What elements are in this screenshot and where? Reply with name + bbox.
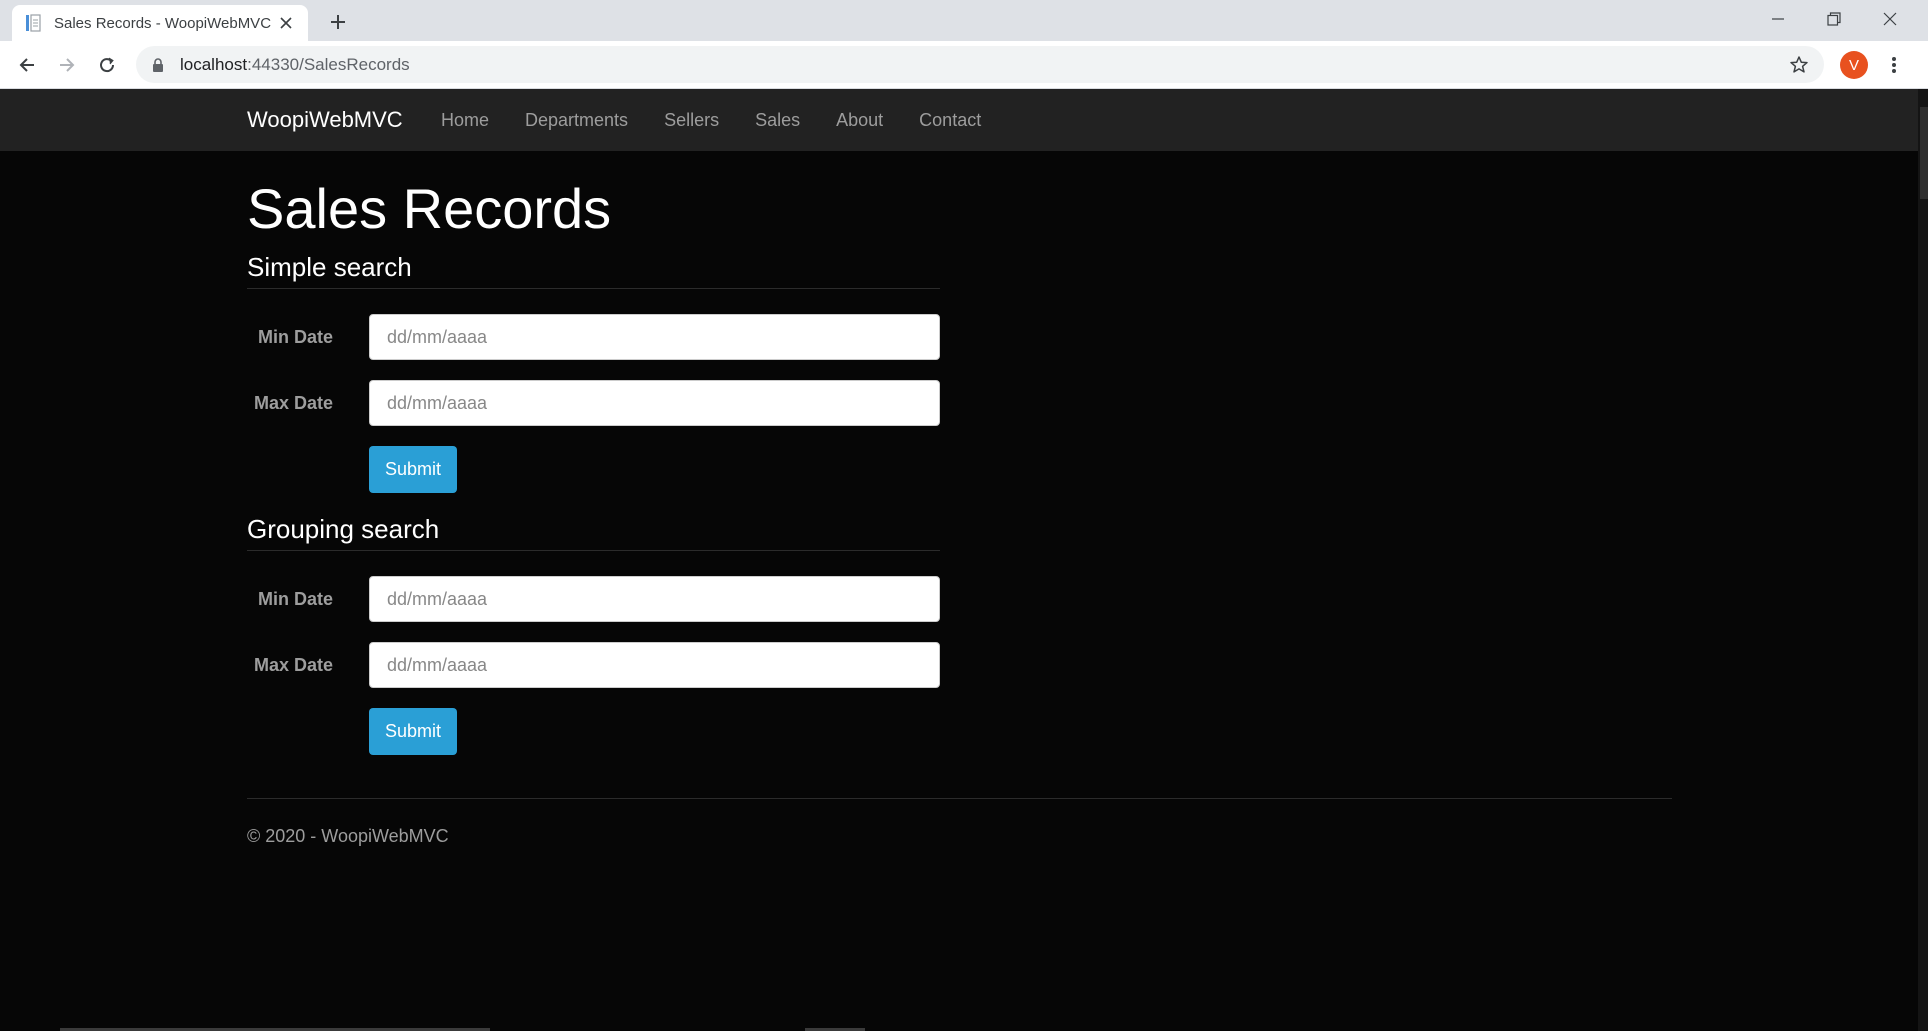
simple-min-date-input[interactable] xyxy=(369,314,940,360)
grouping-max-date-label: Max Date xyxy=(253,655,333,675)
restore-icon[interactable] xyxy=(1806,0,1862,38)
site-navbar: WoopiWebMVC Home Departments Sellers Sal… xyxy=(0,89,1918,151)
nav-link-sales[interactable]: Sales xyxy=(737,89,818,151)
footer-copyright: © 2020 - WoopiWebMVC xyxy=(247,826,449,846)
navbar-links: Home Departments Sellers Sales About Con… xyxy=(441,89,999,151)
reload-icon[interactable] xyxy=(91,49,123,81)
page-scrollbar[interactable] xyxy=(1918,89,1928,1031)
nav-link-about[interactable]: About xyxy=(818,89,901,151)
simple-submit-button[interactable]: Submit xyxy=(369,446,457,493)
simple-max-date-input[interactable] xyxy=(369,380,940,426)
url-text: localhost:44330/SalesRecords xyxy=(180,55,410,75)
nav-link-home[interactable]: Home xyxy=(441,89,507,151)
url-path: :44330/SalesRecords xyxy=(247,54,410,74)
minimize-icon[interactable] xyxy=(1750,0,1806,38)
lock-icon xyxy=(150,57,166,73)
star-icon[interactable] xyxy=(1788,54,1810,76)
grouping-min-date-input[interactable] xyxy=(369,576,940,622)
navbar-brand[interactable]: WoopiWebMVC xyxy=(247,89,403,151)
profile-avatar[interactable]: V xyxy=(1840,51,1868,79)
grouping-submit-button[interactable]: Submit xyxy=(369,708,457,755)
footer-divider xyxy=(247,798,1672,799)
browser-tab[interactable]: Sales Records - WoopiWebMVC xyxy=(12,5,308,41)
address-bar[interactable]: localhost:44330/SalesRecords xyxy=(136,46,1824,83)
url-host: localhost xyxy=(180,54,248,74)
grouping-min-date-label: Min Date xyxy=(257,589,333,609)
grouping-search-heading: Grouping search xyxy=(247,513,940,551)
simple-min-date-label: Min Date xyxy=(257,327,333,347)
grouping-max-date-input[interactable] xyxy=(369,642,940,688)
page-favicon-icon xyxy=(24,14,42,32)
page-title: Sales Records xyxy=(247,177,612,240)
plus-icon[interactable] xyxy=(324,8,352,36)
browser-tabstrip: Sales Records - WoopiWebMVC xyxy=(0,0,1928,41)
scrollbar-thumb[interactable] xyxy=(1920,107,1928,199)
window-close-icon[interactable] xyxy=(1862,0,1918,38)
nav-link-departments[interactable]: Departments xyxy=(507,89,646,151)
forward-arrow-icon[interactable] xyxy=(51,49,83,81)
tab-title: Sales Records - WoopiWebMVC xyxy=(54,14,272,32)
more-vertical-icon[interactable] xyxy=(1880,51,1908,79)
nav-link-contact[interactable]: Contact xyxy=(901,89,999,151)
simple-max-date-label: Max Date xyxy=(253,393,333,413)
simple-search-heading: Simple search xyxy=(247,251,940,289)
browser-toolbar: localhost:44330/SalesRecords V xyxy=(0,41,1928,89)
close-icon[interactable] xyxy=(276,13,296,33)
back-arrow-icon[interactable] xyxy=(11,49,43,81)
nav-link-sellers[interactable]: Sellers xyxy=(646,89,737,151)
